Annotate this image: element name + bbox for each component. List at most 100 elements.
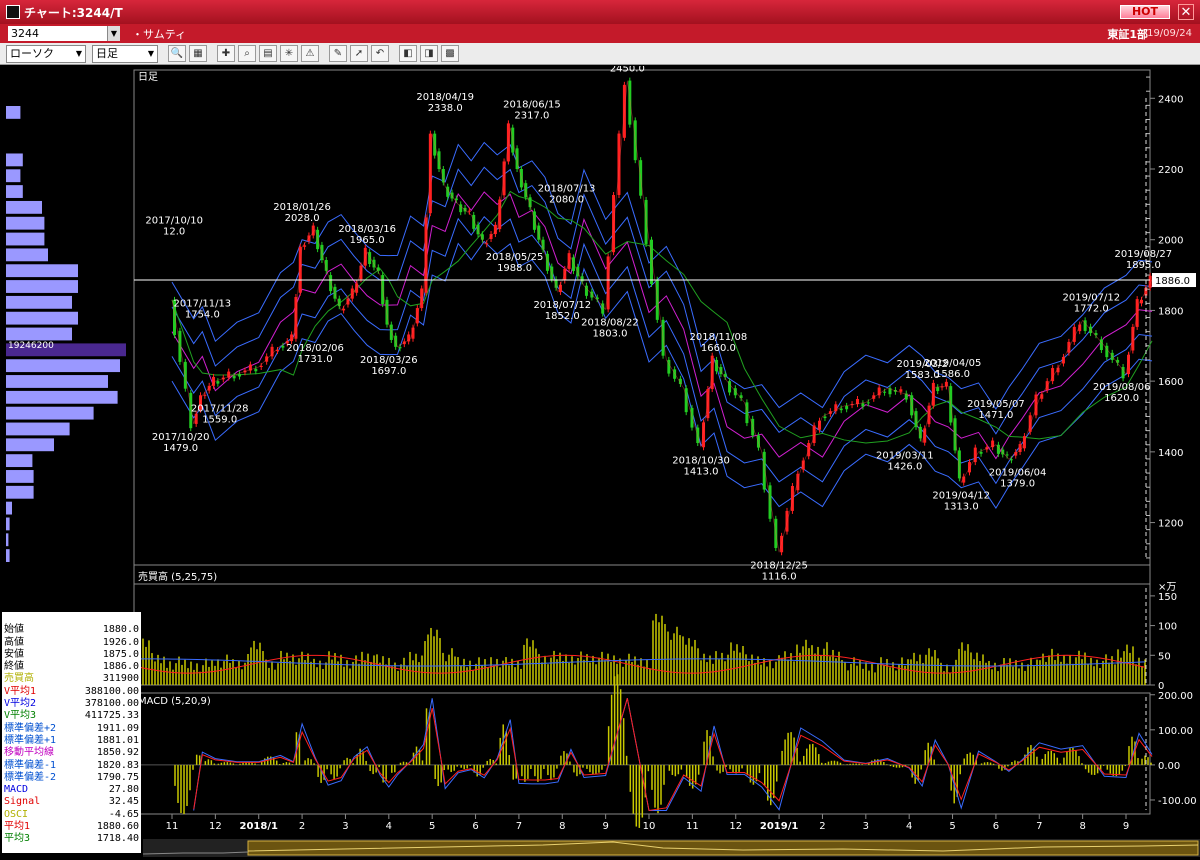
- annotation-value: 1660.0: [701, 343, 736, 354]
- candle-body: [861, 403, 865, 407]
- info-row: 高値 1926.0: [2, 637, 141, 649]
- chart-type-select[interactable]: ローソク ▼: [6, 44, 86, 63]
- info-row: 標準偏差-1 1820.83: [2, 760, 141, 772]
- candle-body: [1009, 459, 1013, 461]
- candle-body: [644, 199, 648, 244]
- macd-tick-label: 100.00: [1158, 726, 1193, 737]
- info-label: V平均1: [4, 685, 37, 697]
- volume-profile-bar: [6, 390, 118, 404]
- candle-body: [957, 450, 961, 479]
- price-tick-label: 1800: [1158, 306, 1183, 317]
- symbol-code-value: 3244: [11, 27, 39, 40]
- annotation-date: 2018/03/26: [360, 355, 418, 366]
- volume-tick-label: 150: [1158, 592, 1177, 603]
- right-icon[interactable]: ◨: [420, 45, 438, 62]
- chevron-down-icon[interactable]: ▼: [145, 46, 157, 62]
- search-icon[interactable]: ⌕: [238, 45, 256, 62]
- candle-body: [673, 369, 677, 379]
- time-tick-label: 2019/1: [760, 821, 798, 832]
- candle-body: [1005, 454, 1009, 456]
- volume-unit-label: ×万: [1158, 582, 1176, 593]
- candle-body: [936, 387, 940, 392]
- chart-area[interactable]: 日足売買高 (5,25,75)MACD (5,20,9)11 12 2018/1 2 3…: [0, 66, 1200, 839]
- cross-icon[interactable]: ✳: [280, 45, 298, 62]
- annotation-value: 2450.0: [610, 66, 645, 75]
- time-tick-label: 3: [342, 821, 348, 832]
- all-icon[interactable]: ▩: [441, 45, 459, 62]
- annotation-date: 2018/03/16: [338, 224, 396, 235]
- zoom-icon[interactable]: 🔍: [168, 45, 186, 62]
- annotation-date: 2017/10/10: [145, 215, 203, 226]
- info-row: V平均3 411725.33: [2, 710, 141, 722]
- annotation-value: 1426.0: [887, 462, 922, 473]
- candle-body: [232, 375, 236, 379]
- candle-body: [532, 211, 536, 230]
- split-icon[interactable]: ▦: [189, 45, 207, 62]
- volume-profile-bar: [6, 454, 33, 468]
- company-name: ・サムティ: [132, 27, 187, 41]
- hot-button[interactable]: HOT: [1120, 5, 1170, 19]
- candle-body: [801, 460, 805, 470]
- annotation-date: 2019/07/12: [1062, 292, 1120, 303]
- chevron-down-icon[interactable]: ▼: [73, 46, 85, 62]
- candle-body: [628, 80, 632, 125]
- macd-tick-label: -100.00: [1158, 796, 1197, 807]
- volume-profile-bar: [6, 501, 12, 515]
- price-tick-label: 2400: [1158, 94, 1183, 105]
- grid-icon[interactable]: ▤: [259, 45, 277, 62]
- candle-body: [398, 346, 402, 349]
- time-scrollbar[interactable]: [142, 839, 1200, 857]
- symbol-code-input[interactable]: 3244 ▼: [8, 26, 120, 41]
- info-value: 388100.00: [84, 685, 139, 697]
- pen-icon[interactable]: ✎: [329, 45, 347, 62]
- candle-body: [363, 247, 367, 266]
- volume-profile-bar: [6, 106, 21, 119]
- info-row: 売買高 311900: [2, 673, 141, 685]
- annotation-date: 2018/05/25: [486, 252, 544, 263]
- info-row: 平均3 1718.40: [2, 833, 141, 845]
- add-icon[interactable]: ✚: [217, 45, 235, 62]
- candle-body: [472, 214, 476, 229]
- period-select[interactable]: 日足 ▼: [92, 44, 158, 63]
- warning-icon[interactable]: ⚠: [301, 45, 319, 62]
- macd-tick-label: 0.00: [1158, 761, 1180, 772]
- annotation-date: 2019/06/04: [989, 467, 1047, 478]
- annotation-date: 2018/12/25: [750, 560, 808, 571]
- candle-body: [702, 422, 706, 448]
- candle-body: [655, 279, 659, 320]
- candle-body: [899, 389, 903, 392]
- panel-separator: [133, 564, 1151, 585]
- candle-body: [254, 368, 258, 372]
- annotation-date: 2018/06/15: [503, 100, 561, 111]
- close-button[interactable]: ✕: [1178, 4, 1194, 20]
- candle-body: [650, 239, 653, 285]
- time-tick-label: 9: [1123, 821, 1129, 832]
- chevron-down-icon[interactable]: ▼: [107, 26, 120, 41]
- info-label: 平均3: [4, 833, 31, 845]
- scrollbar-overview: [142, 840, 1199, 856]
- candle-body: [1028, 415, 1032, 432]
- annotation-date: 2017/11/28: [191, 404, 249, 415]
- candle-body: [733, 388, 737, 396]
- candle-body: [303, 245, 307, 247]
- candle-body: [823, 416, 827, 419]
- candle-body: [839, 408, 843, 411]
- price-tick-label: 1400: [1158, 448, 1183, 459]
- macd-panel-label: MACD (5,20,9): [138, 696, 211, 707]
- info-label: 平均1: [4, 821, 31, 833]
- annotation-value: 1471.0: [978, 410, 1013, 421]
- info-datetime: 2019/09/24 0:00:00: [30, 612, 139, 623]
- candle-body: [342, 308, 346, 311]
- volume-profile-bar: [6, 359, 120, 373]
- candle-body: [545, 253, 549, 271]
- left-icon[interactable]: ◧: [399, 45, 417, 62]
- candle-body: [498, 199, 502, 230]
- candle-body: [281, 345, 285, 348]
- candle-body: [883, 391, 887, 393]
- candle-body: [275, 350, 279, 352]
- undo-icon[interactable]: ↶: [371, 45, 389, 62]
- cursor-icon[interactable]: ➚: [350, 45, 368, 62]
- info-row: OSCI -4.65: [2, 809, 141, 821]
- volume-tick-label: 50: [1158, 651, 1171, 662]
- info-row: MACD 27.80: [2, 784, 141, 796]
